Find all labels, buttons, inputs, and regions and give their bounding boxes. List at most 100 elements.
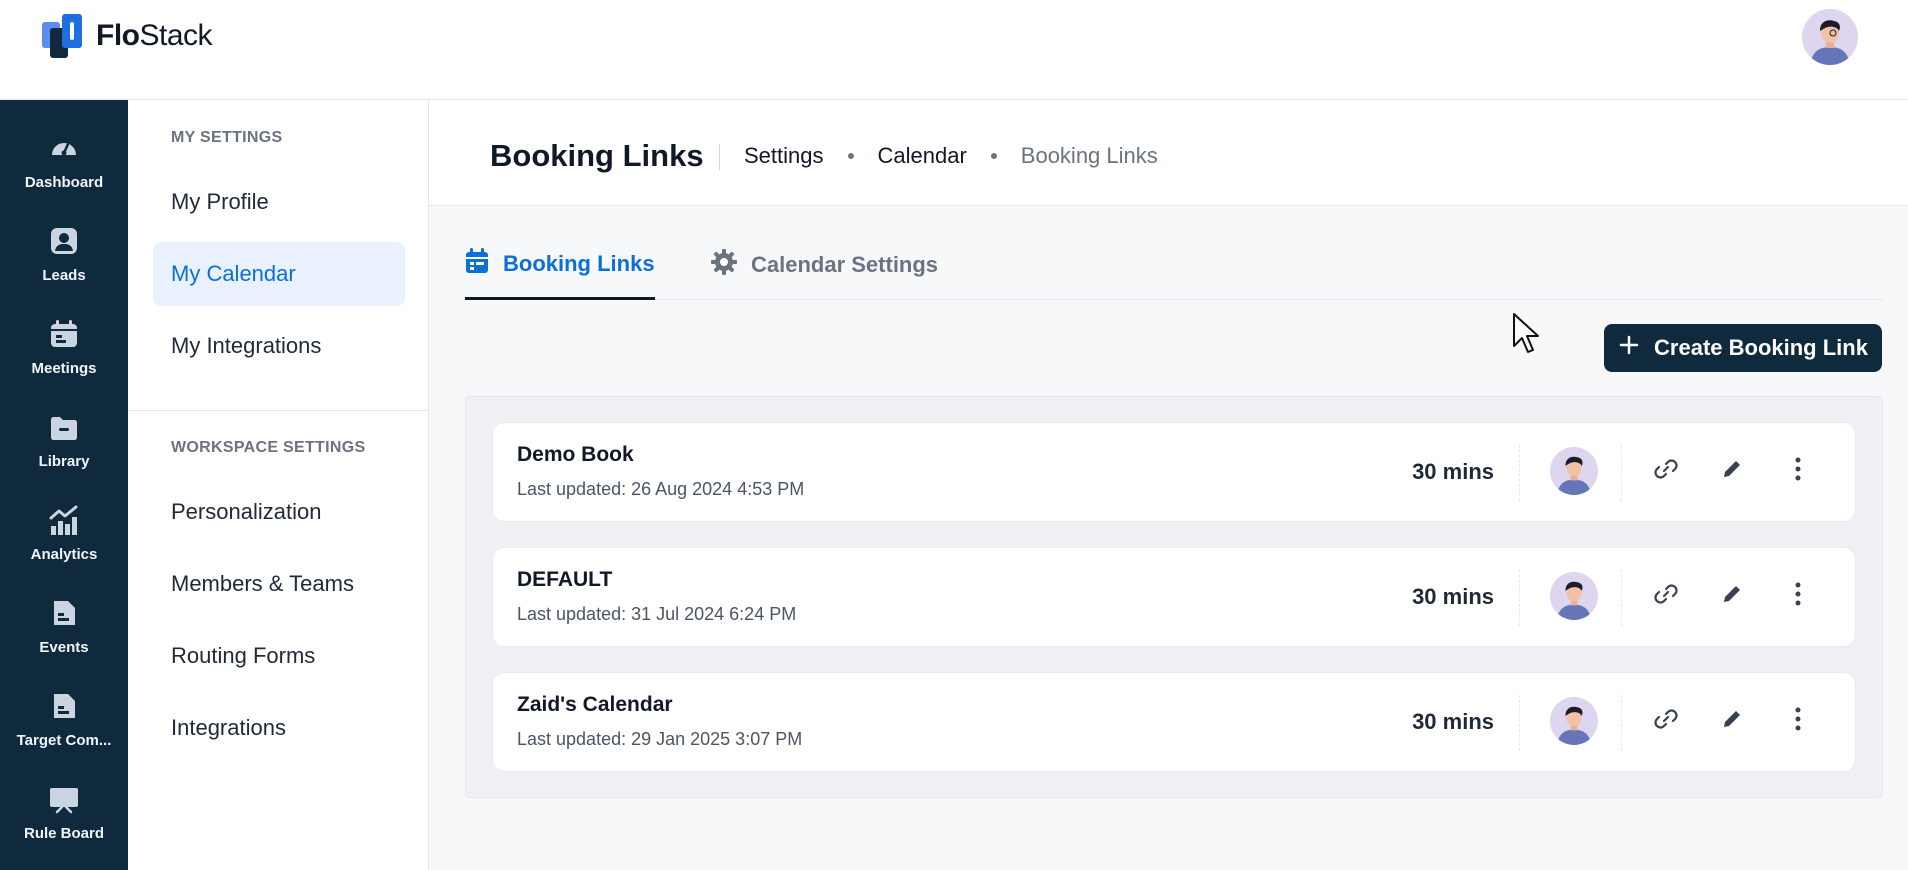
nav-label: Analytics	[30, 546, 98, 563]
booking-link-card[interactable]: DEFAULT Last updated: 31 Jul 2024 6:24 P…	[492, 547, 1856, 647]
nav-rule-board[interactable]: Rule Board	[0, 771, 128, 861]
more-options-button[interactable]	[1780, 578, 1816, 614]
chart-icon	[48, 504, 80, 536]
pencil-icon	[1721, 583, 1743, 610]
user-avatar[interactable]	[1802, 9, 1858, 65]
settings-item-routing-forms[interactable]: Routing Forms	[153, 624, 405, 688]
tab-label: Booking Links	[503, 250, 655, 276]
document-icon	[48, 597, 80, 629]
link-icon	[1653, 706, 1679, 737]
tab-calendar-settings[interactable]: Calendar Settings	[711, 230, 938, 300]
page-header: Booking Links Settings Calendar Booking …	[429, 100, 1908, 206]
nav-events[interactable]: Events	[0, 585, 128, 675]
nav-dashboard[interactable]: Dashboard	[0, 120, 128, 210]
booking-link-updated: Last updated: 29 Jan 2025 3:07 PM	[517, 729, 803, 749]
header-separator	[719, 144, 720, 170]
breadcrumb-calendar[interactable]: Calendar	[878, 143, 967, 169]
copy-link-button[interactable]	[1648, 703, 1684, 739]
breadcrumb-current: Booking Links	[1020, 143, 1158, 168]
pencil-icon	[1721, 708, 1743, 735]
booking-link-card[interactable]: Zaid's Calendar Last updated: 29 Jan 202…	[492, 672, 1856, 772]
section-divider	[128, 410, 428, 411]
link-icon	[1653, 581, 1679, 612]
file-icon	[48, 690, 80, 722]
breadcrumb-settings[interactable]: Settings	[744, 143, 824, 169]
edit-button[interactable]	[1714, 578, 1750, 614]
kebab-menu-icon	[1794, 457, 1802, 486]
tab-label: Calendar Settings	[751, 252, 939, 277]
tab-bar: Booking Links Calendar Settings	[465, 230, 1883, 300]
booking-link-duration: 30 mins	[1412, 709, 1494, 734]
create-booking-link-button[interactable]: Create Booking Link	[1604, 324, 1882, 372]
app-name: FloStack	[96, 19, 213, 52]
pencil-icon	[1721, 458, 1743, 485]
edit-button[interactable]	[1714, 453, 1750, 489]
page-title: Booking Links	[490, 138, 704, 173]
nav-label: Dashboard	[24, 174, 104, 191]
nav-label: Meetings	[31, 360, 97, 377]
settings-item-my-calendar[interactable]: My Calendar	[153, 242, 405, 306]
copy-link-button[interactable]	[1648, 578, 1684, 614]
booking-link-name: Zaid's Calendar	[517, 693, 673, 716]
settings-item-integrations[interactable]: Integrations	[153, 696, 405, 760]
link-icon	[1653, 456, 1679, 487]
nav-label: Leads	[42, 267, 86, 284]
settings-item-members-teams[interactable]: Members & Teams	[153, 552, 405, 616]
kebab-menu-icon	[1794, 707, 1802, 736]
kebab-menu-icon	[1794, 582, 1802, 611]
host-avatar	[1550, 447, 1598, 495]
card-divider	[1519, 570, 1520, 626]
main-nav-rail: Dashboard Leads Meetings Library Analyti…	[0, 100, 128, 870]
calendar-icon	[465, 247, 489, 280]
more-options-button[interactable]	[1780, 453, 1816, 489]
calendar-icon	[48, 318, 80, 350]
booking-link-card[interactable]: Demo Book Last updated: 26 Aug 2024 4:53…	[492, 422, 1856, 522]
booking-links-list: Demo Book Last updated: 26 Aug 2024 4:53…	[465, 396, 1883, 798]
nav-target-companies[interactable]: Target Com...	[0, 678, 128, 768]
host-avatar	[1550, 572, 1598, 620]
app-logo[interactable]: FloStack	[40, 12, 213, 60]
main-content: Booking Links Settings Calendar Booking …	[429, 100, 1908, 870]
board-icon	[48, 783, 80, 815]
breadcrumb-dot	[847, 153, 854, 159]
host-avatar	[1550, 697, 1598, 745]
edit-button[interactable]	[1714, 703, 1750, 739]
nav-leads[interactable]: Leads	[0, 213, 128, 303]
settings-item-personalization[interactable]: Personalization	[153, 480, 405, 544]
booking-link-name: Demo Book	[517, 443, 634, 466]
card-divider	[1519, 695, 1520, 751]
card-divider	[1621, 695, 1622, 751]
nav-analytics[interactable]: Analytics	[0, 492, 128, 582]
nav-meetings[interactable]: Meetings	[0, 306, 128, 396]
settings-sidebar: MY SETTINGS My Profile My Calendar My In…	[128, 100, 429, 870]
nav-label: Events	[39, 639, 89, 656]
section-title-workspace-settings: WORKSPACE SETTINGS	[171, 439, 366, 456]
copy-link-button[interactable]	[1648, 453, 1684, 489]
settings-item-my-integrations[interactable]: My Integrations	[153, 314, 405, 378]
top-header: FloStack	[0, 0, 1908, 100]
breadcrumb: Settings Calendar Booking Links	[744, 143, 1158, 169]
card-divider	[1621, 445, 1622, 501]
section-title-my-settings: MY SETTINGS	[171, 129, 283, 146]
folder-icon	[48, 411, 80, 443]
mouse-cursor-icon	[1512, 312, 1542, 359]
booking-link-updated: Last updated: 31 Jul 2024 6:24 PM	[517, 604, 797, 624]
booking-link-duration: 30 mins	[1412, 459, 1494, 484]
gauge-icon	[48, 132, 80, 164]
create-button-label: Create Booking Link	[1654, 335, 1868, 360]
nav-label: Library	[38, 453, 90, 470]
card-divider	[1519, 445, 1520, 501]
nav-library[interactable]: Library	[0, 399, 128, 489]
tab-booking-links[interactable]: Booking Links	[465, 230, 655, 300]
more-options-button[interactable]	[1780, 703, 1816, 739]
logo-icon	[42, 14, 82, 58]
gear-icon	[711, 249, 737, 281]
user-icon	[48, 225, 80, 257]
booking-link-name: DEFAULT	[517, 568, 613, 591]
nav-label: Rule Board	[23, 825, 104, 842]
card-divider	[1621, 570, 1622, 626]
breadcrumb-dot	[990, 153, 997, 159]
settings-item-my-profile[interactable]: My Profile	[153, 170, 405, 234]
booking-link-duration: 30 mins	[1412, 584, 1494, 609]
nav-label: Target Com...	[16, 732, 112, 749]
